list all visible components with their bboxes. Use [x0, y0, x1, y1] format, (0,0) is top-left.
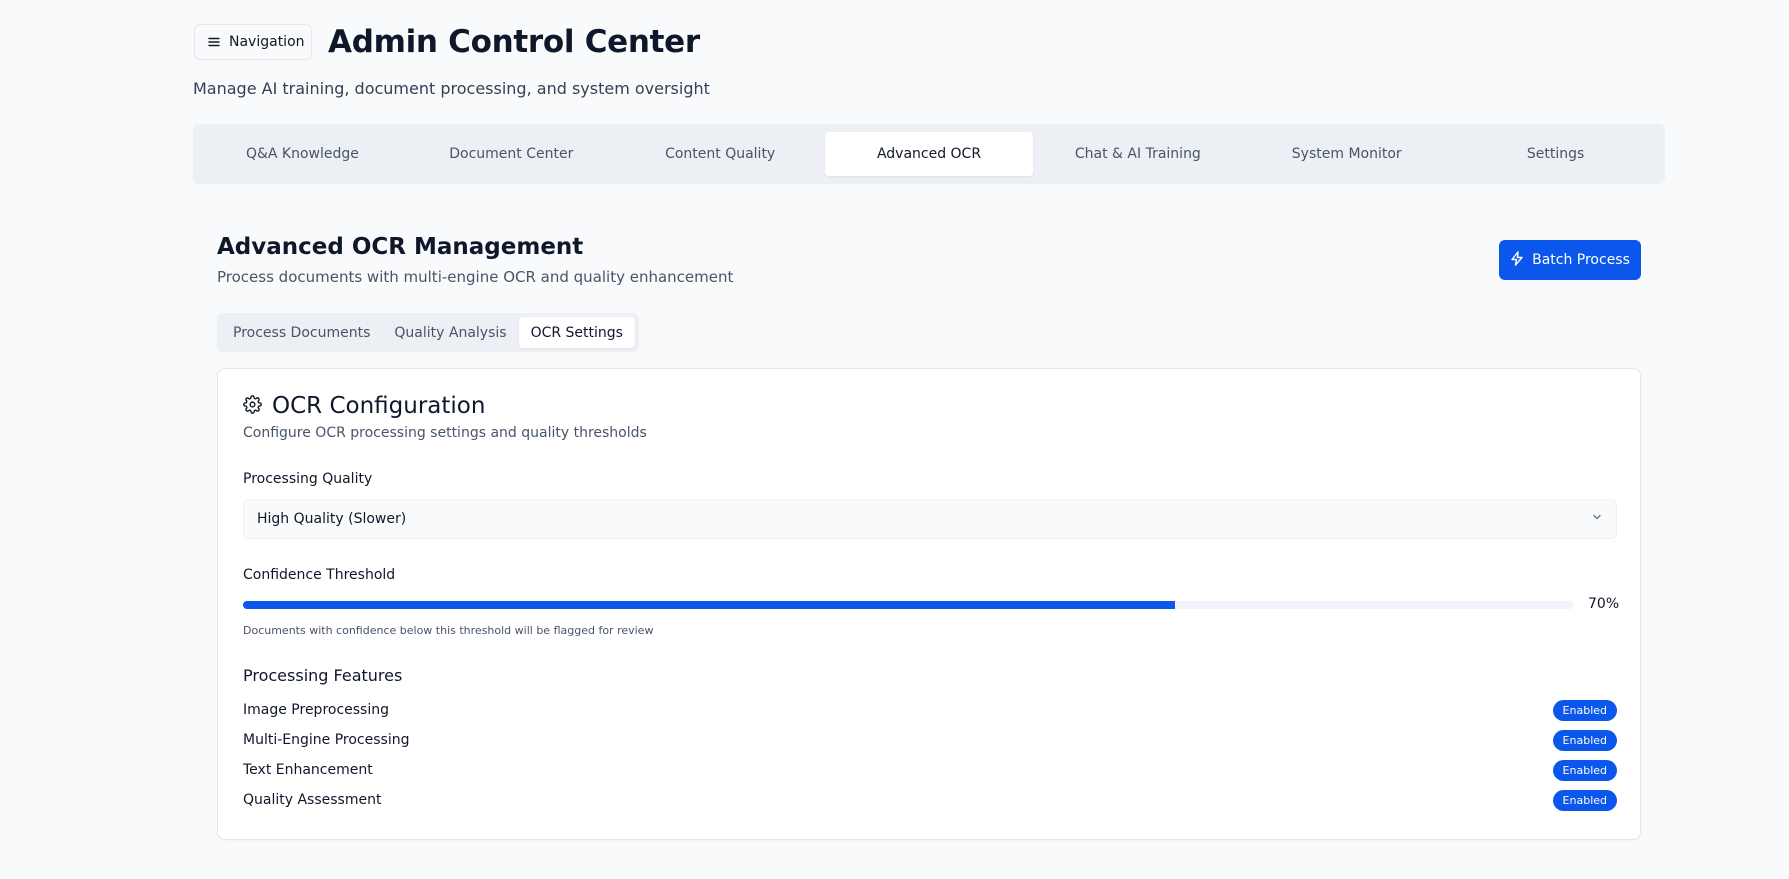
tab-chat-ai-training[interactable]: Chat & AI Training: [1033, 132, 1242, 176]
page-subtitle: Manage AI training, document processing,…: [193, 79, 710, 98]
feature-name: Text Enhancement: [243, 762, 373, 778]
batch-process-label: Batch Process: [1532, 252, 1630, 268]
feature-row-quality-assessment: Quality Assessment Enabled: [243, 789, 1617, 811]
tab-content-quality[interactable]: Content Quality: [616, 132, 825, 176]
confidence-threshold-label: Confidence Threshold: [243, 567, 396, 583]
batch-process-button[interactable]: Batch Process: [1499, 240, 1641, 280]
tab-advanced-ocr[interactable]: Advanced OCR: [824, 132, 1034, 176]
feature-row-image-preprocessing: Image Preprocessing Enabled: [243, 699, 1617, 721]
tab-settings[interactable]: Settings: [1451, 132, 1660, 176]
tab-document-center[interactable]: Document Center: [407, 132, 616, 176]
card-title: OCR Configuration: [272, 393, 486, 419]
menu-icon: [207, 35, 221, 49]
section-title: Advanced OCR Management: [217, 234, 584, 260]
lightning-icon: [1510, 250, 1524, 270]
confidence-threshold-value: 70%: [1588, 596, 1620, 612]
status-badge: Enabled: [1552, 759, 1617, 781]
status-badge: Enabled: [1552, 789, 1617, 811]
tab-system-monitor[interactable]: System Monitor: [1242, 132, 1451, 176]
feature-row-text-enhancement: Text Enhancement Enabled: [243, 759, 1617, 781]
feature-name: Multi-Engine Processing: [243, 732, 410, 748]
tab-qa-knowledge[interactable]: Q&A Knowledge: [198, 132, 407, 176]
feature-row-multi-engine-processing: Multi-Engine Processing Enabled: [243, 729, 1617, 751]
subtab-ocr-settings[interactable]: OCR Settings: [518, 317, 635, 348]
status-badge: Enabled: [1552, 699, 1617, 721]
subtab-quality-analysis[interactable]: Quality Analysis: [382, 317, 518, 348]
card-header: OCR Configuration: [243, 393, 485, 419]
navigation-button-label: Navigation: [229, 34, 305, 50]
processing-features-heading: Processing Features: [243, 666, 403, 685]
processing-quality-value: High Quality (Slower): [257, 511, 407, 527]
admin-page: Navigation Admin Control Center Manage A…: [0, 0, 1789, 879]
feature-name: Image Preprocessing: [243, 702, 390, 718]
subtab-process-documents[interactable]: Process Documents: [221, 317, 382, 348]
sub-tab-bar: Process Documents Quality Analysis OCR S…: [217, 313, 639, 352]
page-title: Admin Control Center: [328, 24, 700, 60]
main-tab-bar: Q&A Knowledge Document Center Content Qu…: [193, 124, 1665, 184]
status-badge: Enabled: [1552, 729, 1617, 751]
ocr-configuration-card: OCR Configuration Configure OCR processi…: [217, 368, 1641, 840]
navigation-button[interactable]: Navigation: [194, 24, 312, 60]
processing-quality-select[interactable]: High Quality (Slower): [243, 499, 1617, 539]
confidence-threshold-hint: Documents with confidence below this thr…: [243, 624, 654, 637]
confidence-threshold-fill: [243, 601, 1175, 609]
feature-name: Quality Assessment: [243, 792, 382, 808]
confidence-threshold-slider[interactable]: [243, 601, 1574, 609]
processing-quality-label: Processing Quality: [243, 471, 373, 487]
card-description: Configure OCR processing settings and qu…: [243, 425, 647, 441]
gear-icon: [243, 394, 262, 418]
section-subtitle: Process documents with multi-engine OCR …: [217, 268, 734, 286]
chevron-down-icon: [1591, 511, 1603, 527]
